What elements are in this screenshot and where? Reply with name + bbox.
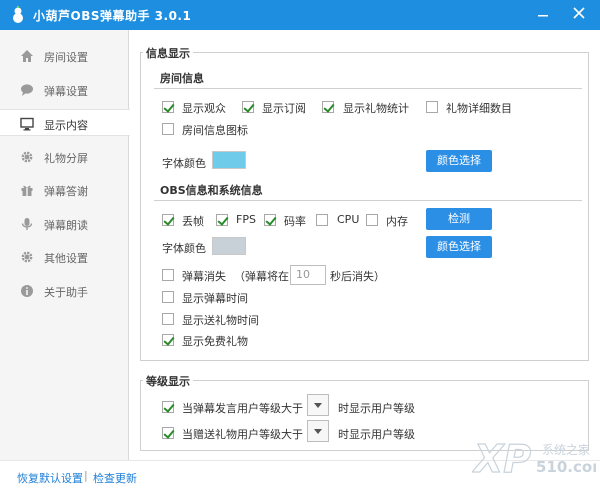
sidebar-item-label: 关于助手 <box>44 286 88 299</box>
info-display-title: 信息显示 <box>143 45 193 61</box>
gift-level-label: 当赠送礼物用户等级大于 <box>182 428 303 441</box>
room-info-icon-label: 房间信息图标 <box>182 124 248 137</box>
sidebar-item-danmu-settings[interactable]: 弹幕设置 <box>0 76 128 103</box>
show-subscribe-checkbox[interactable] <box>242 101 254 113</box>
footer-separator: | <box>84 469 88 482</box>
sidebar-item-about[interactable]: 关于助手 <box>0 277 128 304</box>
obs-info-title: OBS信息和系统信息 <box>160 184 263 197</box>
sidebar-item-label: 弹幕设置 <box>44 85 88 98</box>
cpu-checkbox[interactable] <box>316 214 328 226</box>
room-font-color-label: 字体颜色 <box>162 157 206 170</box>
minimize-icon <box>538 15 548 17</box>
show-audience-checkbox[interactable] <box>162 101 174 113</box>
sidebar-item-danmu-reading[interactable]: 弹幕朗读 <box>0 210 128 237</box>
gift-detail-count-label: 礼物详细数目 <box>446 102 512 115</box>
obs-info-divider <box>154 200 582 201</box>
show-gift-stats-checkbox[interactable] <box>322 101 334 113</box>
show-danmu-time-label: 显示弹幕时间 <box>182 292 248 305</box>
danmu-level-dropdown[interactable] <box>307 394 329 416</box>
sidebar-item-label: 房间设置 <box>44 51 88 64</box>
sidebar: 房间设置 弹幕设置 显示内容 礼物分屏 弹幕答谢 弹幕朗读 其他设置 关于助手 <box>0 30 130 460</box>
show-free-gift-label: 显示免费礼物 <box>182 335 248 348</box>
sidebar-item-label: 显示内容 <box>44 119 88 132</box>
sidebar-item-other-settings[interactable]: 其他设置 <box>0 243 128 270</box>
info-icon <box>21 285 33 297</box>
gift-level-dropdown[interactable] <box>307 420 329 442</box>
sidebar-item-label: 其他设置 <box>44 252 88 265</box>
sidebar-item-label: 礼物分屏 <box>44 152 88 165</box>
bitrate-checkbox[interactable] <box>264 214 276 226</box>
svg-text:XP: XP <box>472 437 531 481</box>
danmu-fade-suffix: 秒后消失） <box>330 270 385 283</box>
danmu-level-label: 当弹幕发言用户等级大于 <box>182 402 303 415</box>
show-gift-stats-label: 显示礼物统计 <box>343 102 409 115</box>
show-free-gift-checkbox[interactable] <box>162 334 174 346</box>
watermark-sub: 510.com <box>536 458 596 476</box>
danmu-level-checkbox[interactable] <box>162 401 174 413</box>
cpu-label: CPU <box>337 213 360 226</box>
gift-icon <box>21 185 33 196</box>
close-icon <box>573 7 585 19</box>
check-update-link[interactable]: 检查更新 <box>93 470 137 486</box>
gear-icon <box>21 151 33 163</box>
sidebar-item-label: 弹幕朗读 <box>44 219 88 232</box>
window-title: 小葫芦OBS弹幕助手 3.0.1 <box>33 9 192 23</box>
microphone-icon <box>21 218 33 230</box>
sidebar-item-danmu-thanks[interactable]: 弹幕答谢 <box>0 176 128 203</box>
gear-icon <box>21 251 33 263</box>
obs-font-color-swatch[interactable] <box>212 237 246 255</box>
sidebar-item-label: 弹幕答谢 <box>44 185 88 198</box>
room-info-icon-checkbox[interactable] <box>162 123 174 135</box>
gift-detail-count-checkbox[interactable] <box>426 101 438 113</box>
obs-font-color-label: 字体颜色 <box>162 242 206 255</box>
level-display-title: 等级显示 <box>143 373 193 389</box>
gourd-logo-icon <box>13 6 23 23</box>
dropped-frames-checkbox[interactable] <box>162 214 174 226</box>
show-gift-time-label: 显示送礼物时间 <box>182 314 259 327</box>
gift-level-checkbox[interactable] <box>162 427 174 439</box>
fps-label: FPS <box>236 213 256 226</box>
watermark-text: 系统之家 <box>542 442 590 457</box>
bitrate-label: 码率 <box>284 215 306 228</box>
room-color-select-button[interactable]: 颜色选择 <box>426 150 492 172</box>
room-font-color-swatch[interactable] <box>212 151 246 169</box>
show-danmu-time-checkbox[interactable] <box>162 291 174 303</box>
minimize-button[interactable] <box>531 3 555 25</box>
dropped-frames-label: 丢帧 <box>182 215 204 228</box>
sidebar-item-room-settings[interactable]: 房间设置 <box>0 42 128 69</box>
restore-defaults-link[interactable]: 恢复默认设置 <box>17 470 83 486</box>
chat-bubble-icon <box>21 84 33 96</box>
obs-color-select-button[interactable]: 颜色选择 <box>426 236 492 258</box>
room-info-divider <box>154 88 582 89</box>
show-audience-label: 显示观众 <box>182 102 226 115</box>
danmu-fade-checkbox[interactable] <box>162 269 174 281</box>
danmu-fade-prefix: （弹幕将在 <box>234 270 289 283</box>
title-bar: 小葫芦OBS弹幕助手 3.0.1 <box>0 0 600 30</box>
watermark-logo: XP 系统之家 510.com <box>471 432 600 482</box>
sidebar-item-display-content[interactable]: 显示内容 <box>0 109 130 136</box>
home-icon <box>21 50 33 62</box>
close-button[interactable] <box>567 3 591 25</box>
monitor-icon <box>20 117 34 131</box>
room-info-title: 房间信息 <box>160 72 204 85</box>
watermark-xp-icon: XP 系统之家 510.com <box>471 436 600 481</box>
detect-button[interactable]: 检测 <box>426 208 492 230</box>
show-gift-time-checkbox[interactable] <box>162 313 174 325</box>
danmu-level-suffix: 时显示用户等级 <box>338 402 415 415</box>
danmu-fade-seconds-input[interactable]: 10 <box>290 265 326 285</box>
danmu-fade-label: 弹幕消失 <box>182 270 226 283</box>
sidebar-item-gift-split[interactable]: 礼物分屏 <box>0 143 128 170</box>
fps-checkbox[interactable] <box>216 214 228 226</box>
memory-checkbox[interactable] <box>366 214 378 226</box>
memory-label: 内存 <box>386 215 408 228</box>
show-subscribe-label: 显示订阅 <box>262 102 306 115</box>
gift-level-suffix: 时显示用户等级 <box>338 428 415 441</box>
